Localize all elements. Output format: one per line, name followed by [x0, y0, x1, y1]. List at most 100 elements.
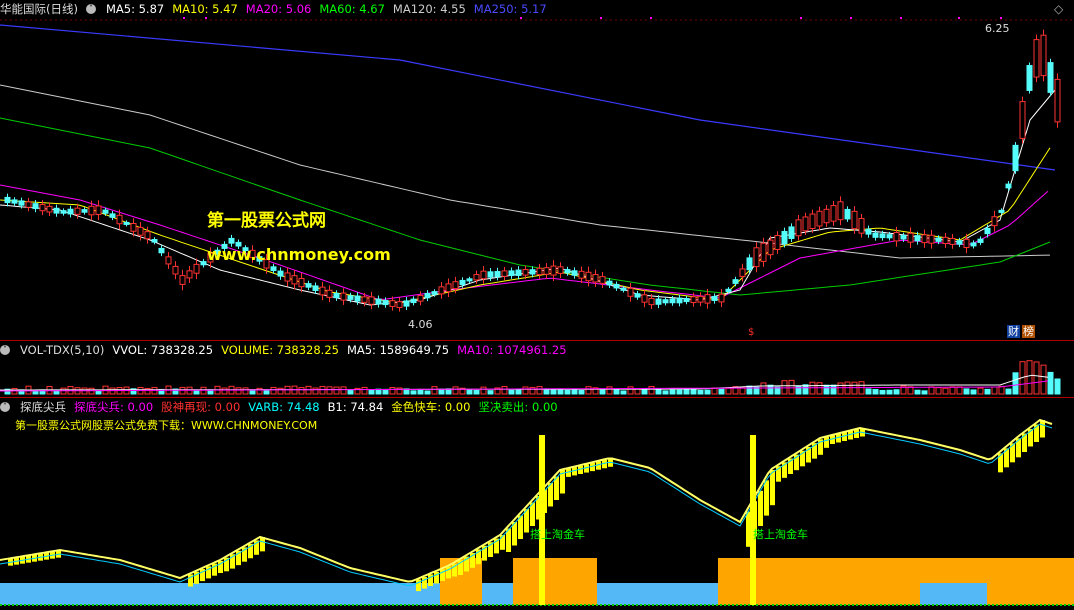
vvol-value: VVOL: 738328.25 [112, 343, 214, 357]
candle-body [1005, 183, 1012, 189]
collapse-icon[interactable]: ˅ [0, 402, 10, 412]
candle-body [270, 266, 277, 272]
candle-body [172, 265, 179, 275]
rising-bar [536, 496, 541, 520]
rising-bar [1010, 443, 1015, 463]
volume-bar [627, 386, 634, 395]
volume-bar [774, 386, 781, 395]
volume-bar [1040, 364, 1047, 395]
candle-body [634, 293, 641, 298]
candle-body [522, 269, 529, 276]
candle-body [298, 278, 305, 288]
candle-body [1047, 62, 1054, 93]
rising-bar [512, 522, 517, 546]
candle-body [67, 208, 74, 215]
rank-badge[interactable]: 榜 [1022, 325, 1035, 338]
collapse-icon[interactable]: ˅ [0, 345, 10, 355]
volume-bar [4, 388, 11, 395]
rising-bar [548, 483, 553, 507]
volume-bar [165, 385, 172, 395]
rising-bar [452, 563, 457, 577]
ma120-line [0, 84, 1051, 259]
candle-body [109, 213, 116, 218]
varb-value: VARB: 74.48 [248, 400, 320, 414]
rising-bar [566, 468, 571, 477]
buy-signal-bar [539, 435, 545, 605]
indicator-notice: 第一股票公式网股票公式免费下载：WWW.CHNMONEY.COM [15, 419, 318, 432]
rising-bar [1004, 448, 1009, 468]
candle-body [508, 270, 515, 276]
finance-badge[interactable]: 财 [1007, 325, 1020, 338]
volume-bar [53, 390, 60, 395]
candle-body [333, 292, 340, 299]
rising-bar [494, 538, 499, 554]
rising-bar [446, 566, 451, 579]
volume-bar [767, 384, 774, 395]
candle-body [494, 271, 501, 278]
candle-body [627, 287, 634, 297]
ma250-line [0, 24, 1056, 171]
rising-bar [590, 462, 595, 472]
event-marker[interactable]: $ [748, 326, 754, 339]
price-chart[interactable] [0, 0, 1074, 340]
rising-bar [194, 571, 199, 584]
rising-bar [596, 461, 601, 470]
candle-body [95, 205, 102, 215]
volume-bar [851, 381, 858, 395]
rising-bar [776, 466, 781, 482]
volume-bar [137, 386, 144, 395]
volume-bar [515, 388, 522, 395]
volume-bar [494, 387, 501, 395]
volume-bar [732, 386, 739, 395]
volume-bar [1005, 388, 1012, 395]
candle-body [851, 210, 858, 230]
volume-bar [998, 385, 1005, 395]
signal-dot [900, 17, 902, 19]
volume-bar [907, 386, 914, 395]
candle-body [501, 270, 508, 277]
panel-divider [0, 340, 1074, 341]
candle-body [487, 271, 494, 278]
candle-body [424, 292, 431, 299]
candle-body [886, 234, 893, 239]
volume-bar [431, 386, 438, 395]
volume-bar [424, 390, 431, 395]
candle-body [130, 223, 137, 232]
candle-body [970, 242, 977, 247]
candle-body [585, 271, 592, 282]
rising-bar [242, 547, 247, 562]
panel-divider [0, 397, 1074, 398]
volume-bar [123, 386, 130, 395]
signal-dot [520, 17, 522, 19]
candle-body [291, 275, 298, 285]
candle-body [46, 205, 53, 213]
candle-body [676, 297, 683, 304]
volume-bar [942, 387, 949, 395]
candle-body [39, 204, 46, 212]
candle-body [25, 201, 32, 208]
volume-bar [522, 386, 529, 395]
volume-bar [956, 386, 963, 395]
volume-bar [935, 387, 942, 395]
rising-bar [758, 490, 763, 526]
candle-body [697, 295, 704, 303]
rising-bar [1016, 438, 1021, 458]
golden-express-value: 金色快车: 0.00 [391, 400, 471, 414]
volume-bar [25, 385, 32, 395]
candle-body [683, 298, 690, 303]
volume-bar [466, 389, 473, 395]
candle-body [648, 297, 655, 306]
volume-bar [641, 388, 648, 395]
volume-bar [249, 390, 256, 395]
watermark-title: 第一股票公式网 [207, 211, 326, 231]
volume-bar [599, 389, 606, 395]
candle-body [550, 265, 557, 276]
rising-bar [236, 550, 241, 566]
volume-bar [634, 388, 641, 395]
volume-bar [1054, 378, 1061, 395]
rising-bar [848, 431, 853, 440]
rising-bar [842, 432, 847, 441]
rising-bar [464, 556, 469, 572]
candle-body [319, 286, 326, 296]
rising-bar [584, 464, 589, 473]
